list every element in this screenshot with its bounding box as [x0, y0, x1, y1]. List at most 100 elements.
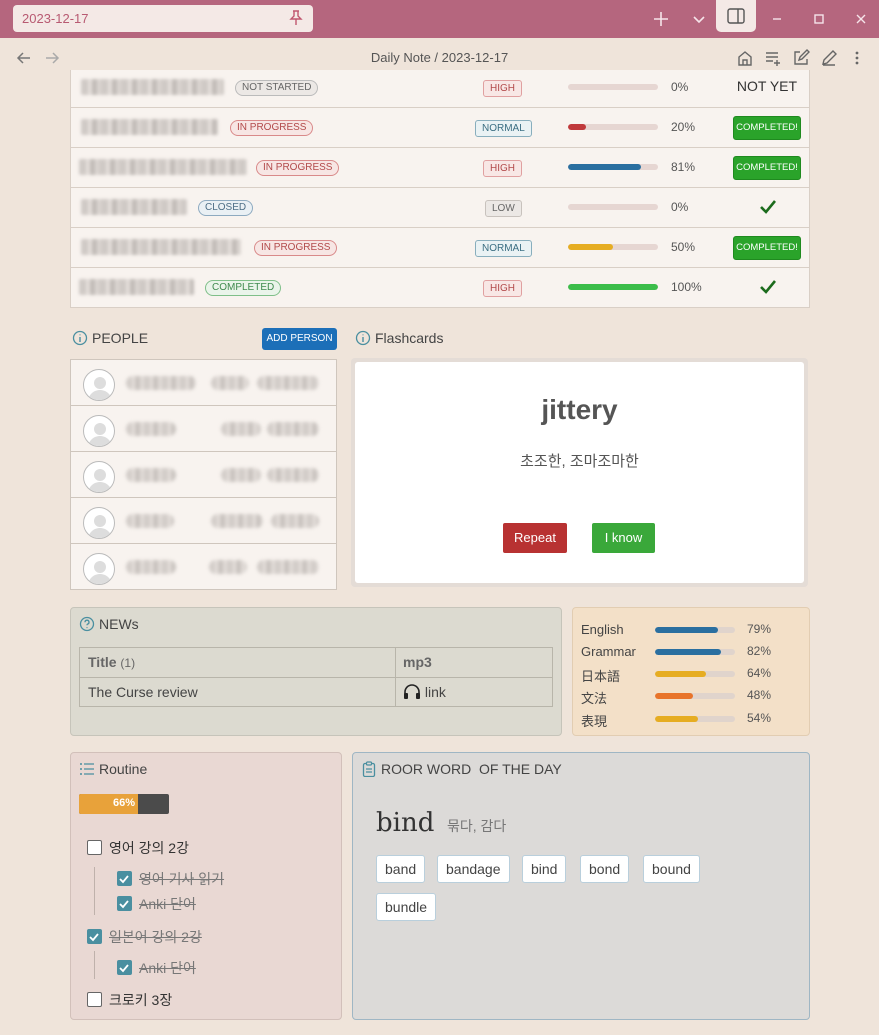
progress-bar — [568, 124, 658, 130]
word-tag[interactable]: band — [376, 855, 426, 883]
news-title: NEWs — [99, 616, 139, 632]
repeat-button[interactable]: Repeat — [503, 523, 567, 553]
flashcard: jittery 초조한, 조마조마한 Repeat I know — [351, 358, 808, 587]
person-tag-blurred — [257, 560, 319, 574]
progress-bar — [568, 284, 658, 290]
progress-percent: 20% — [671, 120, 696, 134]
news-table-header: Title (1) mp3 — [80, 648, 552, 678]
skill-row: English 79% — [581, 622, 772, 637]
flashcard-meaning: 초조한, 조마조마한 — [520, 453, 639, 470]
info-icon — [355, 330, 371, 346]
help-icon — [79, 616, 95, 632]
progress-bar — [568, 244, 658, 250]
table-row: NOT STARTED HIGH 0% NOT YET — [71, 70, 809, 108]
add-person-button[interactable]: ADD PERSON — [262, 328, 337, 350]
priority-badge: NORMAL — [475, 120, 532, 137]
avatar — [83, 507, 115, 539]
status-badge: IN PROGRESS — [256, 160, 340, 176]
chevron-down-icon[interactable] — [689, 9, 709, 29]
news-table: Title (1) mp3 The Curse review link — [79, 647, 553, 707]
pin-icon[interactable] — [289, 10, 303, 26]
root-word-title: ROOR WORD OF THE DAY — [381, 761, 562, 777]
root-word-panel: ROOR WORD OF THE DAY bind 묶다, 감다 band ba… — [352, 752, 810, 1020]
list-item[interactable] — [71, 498, 336, 544]
completed-button[interactable]: COMPLETED! — [733, 116, 801, 140]
info-icon — [72, 330, 88, 346]
close-icon[interactable] — [851, 9, 871, 29]
status-badge: CLOSED — [198, 200, 254, 216]
breadcrumb-folder[interactable]: Daily Note — [371, 50, 431, 65]
flashcard-face: jittery 초조한, 조마조마한 Repeat I know — [355, 362, 804, 583]
home-icon[interactable] — [736, 49, 754, 67]
word-tag[interactable]: bound — [643, 855, 700, 883]
status-badge: NOT STARTED — [235, 80, 319, 96]
column-header-mp3[interactable]: mp3 — [403, 648, 432, 677]
completed-button[interactable]: COMPLETED! — [733, 156, 801, 180]
news-header: NEWs — [79, 616, 139, 632]
skill-row: 日本語 64% — [581, 666, 772, 684]
priority-badge: HIGH — [483, 160, 522, 177]
checkmark-icon — [760, 200, 777, 214]
flashcard-word: jittery — [541, 394, 618, 425]
more-options-icon[interactable] — [848, 49, 866, 67]
sidebar-toggle-button[interactable] — [716, 0, 756, 32]
person-tag-blurred — [257, 376, 319, 390]
table-row: COMPLETED HIGH 100% — [71, 268, 809, 307]
routine-title: Routine — [99, 761, 148, 777]
minimize-icon[interactable] — [767, 9, 787, 29]
i-know-button[interactable]: I know — [592, 523, 655, 553]
breadcrumb-separator: / — [434, 50, 439, 65]
person-tag-blurred — [267, 468, 319, 482]
word-tag[interactable]: bandage — [437, 855, 510, 883]
news-row-link[interactable]: link — [403, 678, 446, 707]
people-title: PEOPLE — [92, 330, 149, 346]
person-tag-blurred — [271, 514, 319, 528]
routine-panel: Routine 66% 영어 강의 2강 영어 기사 읽기 Anki 단어 일본… — [70, 752, 342, 1020]
edit-square-icon[interactable] — [792, 49, 810, 67]
list-item[interactable] — [71, 360, 336, 406]
checkmark-icon — [760, 280, 777, 294]
root-word-meaning: 묶다, 감다 — [447, 818, 507, 834]
list-icon — [80, 763, 94, 775]
breadcrumb-note[interactable]: 2023-12-17 — [442, 50, 509, 65]
person-tag-blurred — [267, 422, 319, 436]
add-list-icon[interactable] — [764, 49, 782, 67]
tab-title: 2023-12-17 — [22, 11, 89, 26]
clipboard-icon — [362, 761, 376, 777]
people-list — [70, 359, 337, 590]
task-name-blurred — [79, 159, 247, 175]
news-row-title[interactable]: The Curse review — [88, 678, 198, 707]
word-tag[interactable]: bundle — [376, 893, 437, 921]
table-row: IN PROGRESS NORMAL 20% COMPLETED! — [71, 108, 809, 148]
root-word: bind — [376, 808, 435, 838]
list-item[interactable] — [71, 452, 336, 498]
person-tag-blurred — [221, 422, 261, 436]
word-tag[interactable]: bond — [580, 855, 630, 883]
completed-button[interactable]: COMPLETED! — [733, 236, 801, 260]
routine-progress-bar: 66% — [79, 794, 169, 814]
task-name-blurred — [81, 119, 218, 135]
status-badge: IN PROGRESS — [254, 240, 338, 256]
person-tag-blurred — [221, 468, 261, 482]
task-name-blurred — [81, 239, 241, 255]
skills-panel: English 79% Grammar 82% 日本語 64% 文法 48% 表現 54% — [572, 607, 810, 736]
person-tag-blurred — [211, 376, 249, 390]
column-header-title[interactable]: Title (1) — [88, 648, 135, 677]
maximize-icon[interactable] — [809, 9, 829, 29]
avatar — [83, 415, 115, 447]
root-word-header: ROOR WORD OF THE DAY — [361, 761, 562, 777]
priority-badge: HIGH — [483, 280, 522, 297]
people-header: PEOPLE — [72, 330, 148, 346]
note-tab[interactable]: 2023-12-17 — [13, 5, 313, 32]
list-item[interactable] — [71, 406, 336, 452]
progress-percent: 50% — [671, 240, 696, 254]
word-tag[interactable]: bind — [522, 855, 567, 883]
skill-row: Grammar 82% — [581, 644, 772, 659]
person-name-blurred — [126, 514, 174, 528]
list-item[interactable] — [71, 544, 336, 590]
pencil-icon[interactable] — [820, 49, 838, 67]
progress-percent: 0% — [671, 200, 689, 214]
task-name-blurred — [81, 199, 187, 215]
new-tab-icon[interactable] — [651, 9, 671, 29]
table-row: IN PROGRESS NORMAL 50% COMPLETED! — [71, 228, 809, 268]
